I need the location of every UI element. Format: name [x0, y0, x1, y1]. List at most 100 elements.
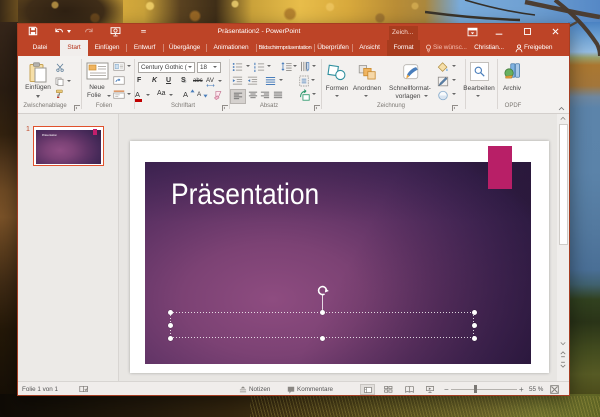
- reset-slide-icon[interactable]: [113, 76, 125, 85]
- slide-layout-icon[interactable]: [113, 62, 125, 71]
- minimize-button[interactable]: [494, 28, 504, 37]
- zoom-slider-track[interactable]: [451, 389, 517, 390]
- change-case-button[interactable]: Aa: [157, 90, 166, 97]
- zoom-out-button[interactable]: −: [444, 385, 449, 394]
- zoom-level[interactable]: 55 %: [529, 386, 543, 393]
- font-color-caret[interactable]: [146, 94, 150, 96]
- bullets-caret[interactable]: [246, 65, 250, 67]
- tab-einfuegen[interactable]: Einfügen: [88, 40, 126, 56]
- numbering-icon[interactable]: [254, 62, 265, 72]
- shape-effects-icon[interactable]: [437, 90, 449, 101]
- tab-animationen[interactable]: Animationen: [206, 40, 256, 56]
- dropdown-caret[interactable]: [424, 95, 428, 97]
- close-button[interactable]: [551, 27, 560, 36]
- clipboard-dialog-launcher[interactable]: [74, 105, 80, 111]
- fit-slide-to-window-icon[interactable]: [550, 385, 559, 394]
- font-size-combo[interactable]: 18: [197, 62, 221, 73]
- shape-outline-caret[interactable]: [452, 79, 456, 81]
- tellme-lightbulb-icon[interactable]: [425, 44, 432, 53]
- grow-font-button[interactable]: A: [183, 90, 188, 99]
- scroll-up-arrow[interactable]: [560, 116, 566, 121]
- format-painter-icon[interactable]: [55, 89, 65, 99]
- collapse-ribbon-icon[interactable]: [558, 106, 565, 111]
- tab-uebergaenge[interactable]: Übergänge: [163, 40, 206, 56]
- shapes-label[interactable]: Formen: [323, 85, 351, 92]
- align-center-button[interactable]: [248, 91, 258, 100]
- font-dialog-launcher[interactable]: [222, 105, 228, 111]
- copy-icon[interactable]: [55, 77, 64, 86]
- vertical-scrollbar[interactable]: [557, 114, 569, 381]
- dropdown-caret[interactable]: [364, 95, 368, 97]
- view-slideshow-button[interactable]: [423, 384, 438, 395]
- new-slide-label-line2[interactable]: Folie: [80, 92, 108, 99]
- justify-button[interactable]: [273, 91, 283, 100]
- tab-bildschirmpraesentation[interactable]: Bildschirmpräsentation: [256, 40, 314, 56]
- undo-dropdown-caret[interactable]: [67, 30, 71, 33]
- align-right-button[interactable]: [260, 91, 270, 100]
- dropdown-caret[interactable]: [476, 95, 480, 97]
- clear-formatting-icon[interactable]: [213, 90, 223, 100]
- spellcheck-icon[interactable]: [79, 385, 89, 393]
- decrease-indent-icon[interactable]: [232, 76, 243, 86]
- pink-accent-shape[interactable]: [488, 146, 512, 189]
- shrink-font-button[interactable]: A: [197, 91, 201, 98]
- zoom-slider-thumb[interactable]: [474, 385, 477, 393]
- align-left-button-selected[interactable]: [230, 89, 246, 104]
- scroll-thumb[interactable]: [559, 124, 568, 245]
- handle-top-right[interactable]: [472, 310, 477, 315]
- columns-icon[interactable]: [300, 61, 310, 72]
- font-name-combo[interactable]: Century Gothic (: [138, 62, 195, 73]
- quick-styles-label-line1[interactable]: Schnellformat-: [388, 85, 432, 92]
- ribbon-display-options-icon[interactable]: [467, 27, 478, 37]
- subtitle-selection-box[interactable]: [170, 312, 474, 338]
- new-slide-icon[interactable]: [86, 62, 109, 80]
- shape-fill-icon[interactable]: [437, 62, 449, 73]
- save-icon[interactable]: [28, 26, 38, 36]
- view-reading-button[interactable]: [402, 384, 417, 395]
- handle-bottom-left[interactable]: [168, 336, 173, 341]
- character-spacing-button[interactable]: AV: [206, 77, 214, 84]
- slide-counter[interactable]: Folie 1 von 1: [22, 386, 58, 393]
- vertical-align-caret[interactable]: [311, 79, 315, 81]
- handle-top-left[interactable]: [168, 310, 173, 315]
- arrange-icon[interactable]: [358, 64, 376, 81]
- text-shadow-button[interactable]: S: [181, 77, 186, 84]
- font-size-caret[interactable]: [213, 66, 217, 68]
- rotation-handle[interactable]: [316, 284, 329, 297]
- columns-caret[interactable]: [312, 65, 316, 67]
- previous-slide-button[interactable]: [560, 351, 566, 358]
- next-slide-button[interactable]: [560, 361, 566, 368]
- archive-icon[interactable]: [504, 62, 520, 79]
- shape-outline-icon[interactable]: [437, 76, 449, 87]
- slide-thumbnail[interactable]: Präsentation: [33, 126, 104, 166]
- drawing-dialog-launcher[interactable]: [452, 105, 458, 111]
- notes-button[interactable]: Notizen: [249, 386, 270, 393]
- slide-canvas[interactable]: Präsentation: [130, 141, 549, 373]
- dropdown-caret[interactable]: [36, 95, 40, 98]
- strikethrough-button[interactable]: abc: [193, 78, 203, 84]
- numbering-caret[interactable]: [267, 65, 271, 67]
- slide-title-text[interactable]: Präsentation: [171, 178, 319, 212]
- redo-icon[interactable]: [84, 26, 94, 36]
- tab-datei[interactable]: Datei: [25, 40, 55, 56]
- dropdown-caret[interactable]: [335, 95, 339, 97]
- handle-bottom-right[interactable]: [472, 336, 477, 341]
- share-button[interactable]: Freigeben: [524, 40, 560, 56]
- paste-icon[interactable]: [28, 62, 48, 83]
- scroll-down-arrow[interactable]: [560, 341, 566, 346]
- tab-entwurf[interactable]: Entwurf: [126, 40, 163, 56]
- customize-qat-icon[interactable]: [140, 28, 147, 35]
- vertical-align-icon[interactable]: [299, 75, 309, 87]
- smartart-convert-icon[interactable]: [299, 89, 310, 102]
- view-normal-button[interactable]: [360, 384, 375, 395]
- comments-button[interactable]: Kommentare: [297, 386, 333, 393]
- handle-mid-left[interactable]: [168, 323, 173, 328]
- view-sorter-button[interactable]: [381, 384, 396, 395]
- underline-button[interactable]: U: [166, 77, 171, 84]
- shape-fill-caret[interactable]: [452, 65, 456, 67]
- font-color-button[interactable]: A: [135, 90, 140, 99]
- line-spacing-caret[interactable]: [293, 65, 297, 67]
- paragraph-dialog-launcher[interactable]: [314, 105, 320, 111]
- slide-section-icon[interactable]: [113, 90, 125, 99]
- arrange-label[interactable]: Anordnen: [351, 85, 383, 92]
